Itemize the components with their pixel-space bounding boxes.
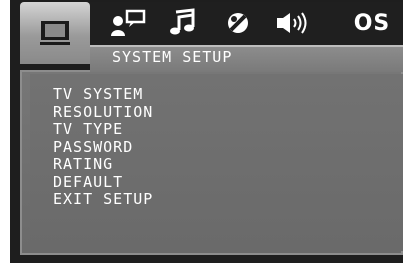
audio-icon [167,8,197,38]
menu-item-exit-setup[interactable]: EXIT SETUP [53,190,153,209]
os-tab-label: OS [353,10,391,36]
tab-video[interactable] [212,0,264,46]
tab-system-setup[interactable] [20,2,90,64]
video-icon [223,8,253,38]
tab-speaker[interactable] [265,0,317,46]
tab-audio[interactable] [156,0,208,46]
language-icon [109,8,147,38]
menu-item-default[interactable]: DEFAULT [53,173,153,192]
tab-language[interactable] [102,0,154,46]
setup-menu: TV SYSTEM RESOLUTION TV TYPE PASSWORD RA… [53,85,153,209]
tab-os[interactable]: OS [341,0,403,46]
speaker-icon [274,8,308,38]
menu-item-rating[interactable]: RATING [53,155,153,174]
tv-icon [38,18,72,48]
menu-item-password[interactable]: PASSWORD [53,138,153,157]
menu-item-resolution[interactable]: RESOLUTION [53,103,153,122]
menu-item-tv-system[interactable]: TV SYSTEM [53,85,153,104]
menu-item-tv-type[interactable]: TV TYPE [53,120,153,139]
page-title: SYSTEM SETUP [112,48,233,66]
